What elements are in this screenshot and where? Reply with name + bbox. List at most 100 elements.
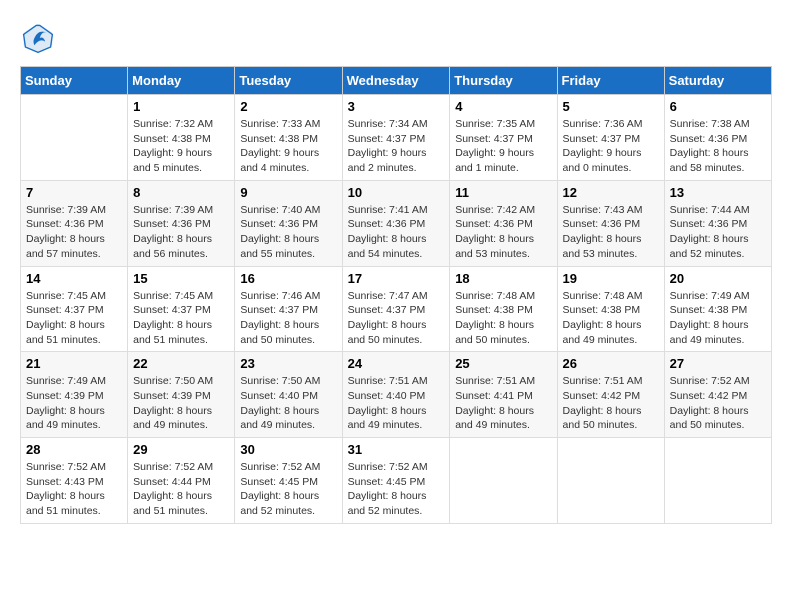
day-number: 25 [455,356,551,371]
day-of-week-header: Friday [557,67,664,95]
day-number: 6 [670,99,766,114]
day-number: 18 [455,271,551,286]
calendar-cell: 19 Sunrise: 7:48 AM Sunset: 4:38 PM Dayli… [557,266,664,352]
day-info: Sunrise: 7:46 AM Sunset: 4:37 PM Dayligh… [240,289,336,348]
day-info: Sunrise: 7:52 AM Sunset: 4:45 PM Dayligh… [240,460,336,519]
day-info: Sunrise: 7:38 AM Sunset: 4:36 PM Dayligh… [670,117,766,176]
calendar-cell: 27 Sunrise: 7:52 AM Sunset: 4:42 PM Dayli… [664,352,771,438]
day-info: Sunrise: 7:52 AM Sunset: 4:44 PM Dayligh… [133,460,229,519]
day-number: 21 [26,356,122,371]
day-of-week-header: Saturday [664,67,771,95]
calendar-cell: 14 Sunrise: 7:45 AM Sunset: 4:37 PM Dayli… [21,266,128,352]
day-info: Sunrise: 7:52 AM Sunset: 4:42 PM Dayligh… [670,374,766,433]
calendar-week-row: 28 Sunrise: 7:52 AM Sunset: 4:43 PM Dayli… [21,438,772,524]
calendar-cell: 22 Sunrise: 7:50 AM Sunset: 4:39 PM Dayli… [128,352,235,438]
day-info: Sunrise: 7:47 AM Sunset: 4:37 PM Dayligh… [348,289,445,348]
day-info: Sunrise: 7:50 AM Sunset: 4:39 PM Dayligh… [133,374,229,433]
calendar-week-row: 21 Sunrise: 7:49 AM Sunset: 4:39 PM Dayli… [21,352,772,438]
calendar-cell: 2 Sunrise: 7:33 AM Sunset: 4:38 PM Daylig… [235,95,342,181]
day-number: 11 [455,185,551,200]
calendar-cell: 20Sunrise: 7:49 AM Sunset: 4:38 PM Dayli… [664,266,771,352]
calendar-cell: 18 Sunrise: 7:48 AM Sunset: 4:38 PM Dayli… [450,266,557,352]
day-number: 29 [133,442,229,457]
day-info: Sunrise: 7:51 AM Sunset: 4:41 PM Dayligh… [455,374,551,433]
logo [20,20,60,56]
day-of-week-header: Thursday [450,67,557,95]
calendar-cell: 21 Sunrise: 7:49 AM Sunset: 4:39 PM Dayli… [21,352,128,438]
day-number: 19 [563,271,659,286]
calendar-cell: 15 Sunrise: 7:45 AM Sunset: 4:37 PM Dayli… [128,266,235,352]
calendar-cell: 11 Sunrise: 7:42 AM Sunset: 4:36 PM Dayli… [450,180,557,266]
calendar-cell: 12Sunrise: 7:43 AM Sunset: 4:36 PM Dayli… [557,180,664,266]
day-number: 3 [348,99,445,114]
day-number: 23 [240,356,336,371]
day-number: 31 [348,442,445,457]
day-number: 12 [563,185,659,200]
day-info: Sunrise: 7:48 AM Sunset: 4:38 PM Dayligh… [563,289,659,348]
day-number: 15 [133,271,229,286]
day-of-week-header: Sunday [21,67,128,95]
day-number: 5 [563,99,659,114]
day-info: Sunrise: 7:52 AM Sunset: 4:43 PM Dayligh… [26,460,122,519]
page-header [20,20,772,56]
day-number: 26 [563,356,659,371]
day-info: Sunrise: 7:33 AM Sunset: 4:38 PM Dayligh… [240,117,336,176]
day-info: Sunrise: 7:48 AM Sunset: 4:38 PM Dayligh… [455,289,551,348]
logo-icon [20,20,56,56]
day-number: 22 [133,356,229,371]
day-info: Sunrise: 7:42 AM Sunset: 4:36 PM Dayligh… [455,203,551,262]
calendar-cell: 29 Sunrise: 7:52 AM Sunset: 4:44 PM Dayli… [128,438,235,524]
day-number: 4 [455,99,551,114]
day-of-week-header: Monday [128,67,235,95]
day-info: Sunrise: 7:39 AM Sunset: 4:36 PM Dayligh… [133,203,229,262]
calendar-week-row: 7Sunrise: 7:39 AM Sunset: 4:36 PM Daylig… [21,180,772,266]
calendar-header-row: SundayMondayTuesdayWednesdayThursdayFrid… [21,67,772,95]
calendar-week-row: 14 Sunrise: 7:45 AM Sunset: 4:37 PM Dayli… [21,266,772,352]
day-number: 9 [240,185,336,200]
calendar-cell: 17 Sunrise: 7:47 AM Sunset: 4:37 PM Dayli… [342,266,450,352]
calendar-cell: 26Sunrise: 7:51 AM Sunset: 4:42 PM Dayli… [557,352,664,438]
day-number: 24 [348,356,445,371]
day-info: Sunrise: 7:49 AM Sunset: 4:39 PM Dayligh… [26,374,122,433]
day-number: 28 [26,442,122,457]
calendar-table: SundayMondayTuesdayWednesdayThursdayFrid… [20,66,772,524]
day-of-week-header: Tuesday [235,67,342,95]
calendar-cell: 6 Sunrise: 7:38 AM Sunset: 4:36 PM Daylig… [664,95,771,181]
day-info: Sunrise: 7:44 AM Sunset: 4:36 PM Dayligh… [670,203,766,262]
day-info: Sunrise: 7:51 AM Sunset: 4:40 PM Dayligh… [348,374,445,433]
calendar-cell: 25 Sunrise: 7:51 AM Sunset: 4:41 PM Dayli… [450,352,557,438]
day-number: 30 [240,442,336,457]
day-number: 16 [240,271,336,286]
day-info: Sunrise: 7:49 AM Sunset: 4:38 PM Dayligh… [670,289,766,348]
calendar-week-row: 1Sunrise: 7:32 AM Sunset: 4:38 PM Daylig… [21,95,772,181]
day-number: 2 [240,99,336,114]
calendar-cell: 7Sunrise: 7:39 AM Sunset: 4:36 PM Daylig… [21,180,128,266]
calendar-cell: 16 Sunrise: 7:46 AM Sunset: 4:37 PM Dayli… [235,266,342,352]
day-number: 14 [26,271,122,286]
calendar-cell: 30 Sunrise: 7:52 AM Sunset: 4:45 PM Dayli… [235,438,342,524]
calendar-cell: 5 Sunrise: 7:36 AM Sunset: 4:37 PM Daylig… [557,95,664,181]
calendar-cell [664,438,771,524]
calendar-cell: 31Sunrise: 7:52 AM Sunset: 4:45 PM Dayli… [342,438,450,524]
calendar-cell: 28 Sunrise: 7:52 AM Sunset: 4:43 PM Dayli… [21,438,128,524]
day-number: 8 [133,185,229,200]
calendar-cell: 9 Sunrise: 7:40 AM Sunset: 4:36 PM Daylig… [235,180,342,266]
day-number: 17 [348,271,445,286]
calendar-cell: 4 Sunrise: 7:35 AM Sunset: 4:37 PM Daylig… [450,95,557,181]
calendar-cell: 8 Sunrise: 7:39 AM Sunset: 4:36 PM Daylig… [128,180,235,266]
calendar-cell: 13 Sunrise: 7:44 AM Sunset: 4:36 PM Dayli… [664,180,771,266]
day-number: 13 [670,185,766,200]
day-number: 27 [670,356,766,371]
day-info: Sunrise: 7:45 AM Sunset: 4:37 PM Dayligh… [26,289,122,348]
day-info: Sunrise: 7:36 AM Sunset: 4:37 PM Dayligh… [563,117,659,176]
day-info: Sunrise: 7:40 AM Sunset: 4:36 PM Dayligh… [240,203,336,262]
day-info: Sunrise: 7:35 AM Sunset: 4:37 PM Dayligh… [455,117,551,176]
day-info: Sunrise: 7:39 AM Sunset: 4:36 PM Dayligh… [26,203,122,262]
day-info: Sunrise: 7:45 AM Sunset: 4:37 PM Dayligh… [133,289,229,348]
day-info: Sunrise: 7:41 AM Sunset: 4:36 PM Dayligh… [348,203,445,262]
calendar-cell [450,438,557,524]
day-info: Sunrise: 7:34 AM Sunset: 4:37 PM Dayligh… [348,117,445,176]
calendar-cell: 10Sunrise: 7:41 AM Sunset: 4:36 PM Dayli… [342,180,450,266]
calendar-cell: 3 Sunrise: 7:34 AM Sunset: 4:37 PM Daylig… [342,95,450,181]
day-of-week-header: Wednesday [342,67,450,95]
